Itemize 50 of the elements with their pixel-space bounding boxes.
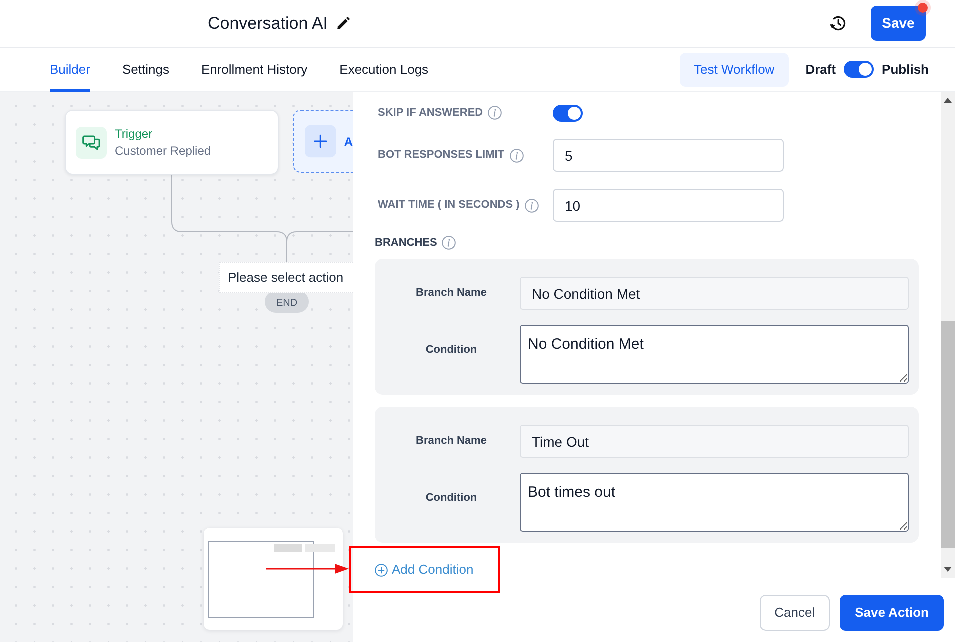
publish-label: Publish	[882, 60, 929, 79]
plus-circle-icon	[375, 564, 388, 576]
minimap-node	[274, 544, 302, 552]
caret-up-icon	[944, 98, 952, 103]
add-condition-link[interactable]: Add Condition	[375, 562, 474, 578]
branch-name-field[interactable]: Time Out	[520, 425, 909, 458]
tab[interactable]: Execution Logs	[340, 48, 429, 92]
pencil-icon[interactable]	[337, 17, 350, 30]
condition-field[interactable]: No Condition Met	[520, 325, 909, 384]
field-label: Branch Name	[415, 286, 488, 302]
tab[interactable]: Settings	[122, 48, 170, 92]
info-icon	[442, 236, 456, 250]
action-placeholder-node[interactable]: Please select action	[219, 262, 353, 293]
scrollbar-thumb[interactable]	[941, 321, 955, 548]
draft-label: Draft	[806, 60, 836, 79]
field-label: Branch Name	[415, 434, 488, 450]
minimap[interactable]	[204, 528, 343, 630]
info-icon	[488, 106, 502, 120]
trigger-title: Trigger	[115, 126, 154, 142]
test-workflow-button[interactable]: Test Workflow	[680, 52, 789, 86]
branch-name-field[interactable]: No Condition Met	[520, 277, 909, 310]
save-button[interactable]: Save	[871, 6, 926, 41]
caret-down-icon	[944, 567, 952, 572]
setting-label: WAIT TIME ( IN SECONDS )	[378, 198, 520, 214]
section-heading: BRANCHES	[375, 236, 438, 251]
cancel-button[interactable]: Cancel	[760, 595, 830, 631]
add-action-label: A	[344, 134, 353, 150]
end-marker: END	[265, 291, 309, 313]
number-field[interactable]: 5	[553, 139, 784, 172]
minimap-node	[305, 544, 335, 552]
field-label: Condition	[424, 343, 478, 358]
trigger-subtitle: Customer Replied	[115, 143, 212, 159]
minimap-viewport[interactable]	[208, 541, 314, 618]
save-action-button[interactable]: Save Action	[840, 595, 944, 631]
setting-label: SKIP IF ANSWERED	[378, 106, 484, 121]
info-icon	[510, 148, 524, 162]
toggle-switch[interactable]	[553, 104, 583, 122]
condition-field[interactable]: Bot times out	[520, 473, 909, 532]
history-icon[interactable]	[830, 15, 847, 32]
setting-label: BOT RESPONSES LIMIT	[378, 148, 505, 164]
field-label: Condition	[424, 491, 478, 506]
add-action-node[interactable]: A	[293, 110, 353, 173]
tab[interactable]: Enrollment History	[201, 48, 308, 92]
trigger-node[interactable]: Trigger Customer Replied	[65, 110, 279, 175]
plus-icon[interactable]	[305, 125, 336, 158]
info-icon	[524, 198, 539, 212]
publish-toggle[interactable]	[844, 61, 874, 78]
chat-icon	[76, 126, 107, 158]
number-field[interactable]: 10	[553, 189, 784, 222]
workflow-title: Conversation AI	[208, 12, 328, 34]
